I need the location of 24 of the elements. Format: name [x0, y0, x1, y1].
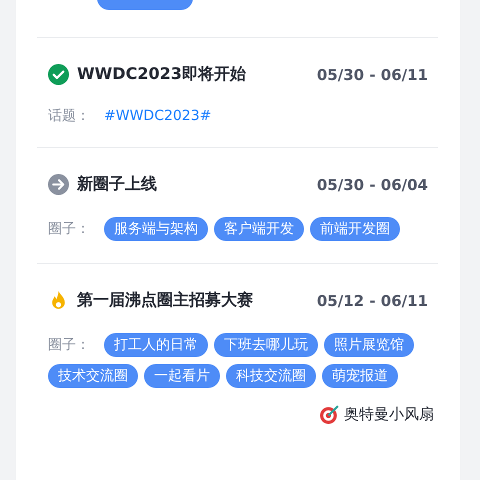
event-dates: 05/30 - 06/11 [316, 66, 428, 84]
target-icon [319, 404, 340, 425]
meta-label: 圈子： [48, 336, 91, 354]
circle-tag[interactable]: 科技交流圈 [226, 364, 316, 388]
circle-tag[interactable]: 打工人的日常 [104, 333, 208, 357]
circle-tag[interactable]: 萌宠报道 [322, 364, 398, 388]
circle-tag[interactable]: 一起看片 [144, 364, 220, 388]
circle-tag[interactable]: 前端开发圈 [310, 217, 400, 241]
circle-tag[interactable]: 服务端与架构 [104, 217, 208, 241]
circle-tag[interactable]: 下班去哪儿玩 [214, 333, 318, 357]
event-dates: 05/12 - 06/11 [316, 292, 428, 310]
circle-tag[interactable]: 技术交流圈 [48, 364, 138, 388]
author-name[interactable]: 奥特曼小风扇 [344, 405, 434, 424]
event-title: WWDC2023即将开始 [77, 64, 246, 85]
event-dates: 05/30 - 06/04 [316, 176, 428, 194]
circle-tag[interactable]: 客户端开发 [214, 217, 304, 241]
check-circle-icon [48, 64, 69, 85]
circle-tag[interactable]: 照片展览馆 [324, 333, 414, 357]
meta-label: 话题： [48, 107, 91, 125]
meta-label: 圈子： [48, 220, 91, 238]
arrow-circle-icon [48, 174, 69, 195]
topic-link[interactable]: #WWDC2023# [104, 108, 212, 124]
event-title: 第一届沸点圈主招募大赛 [77, 290, 253, 311]
event-title: 新圈子上线 [77, 174, 157, 195]
